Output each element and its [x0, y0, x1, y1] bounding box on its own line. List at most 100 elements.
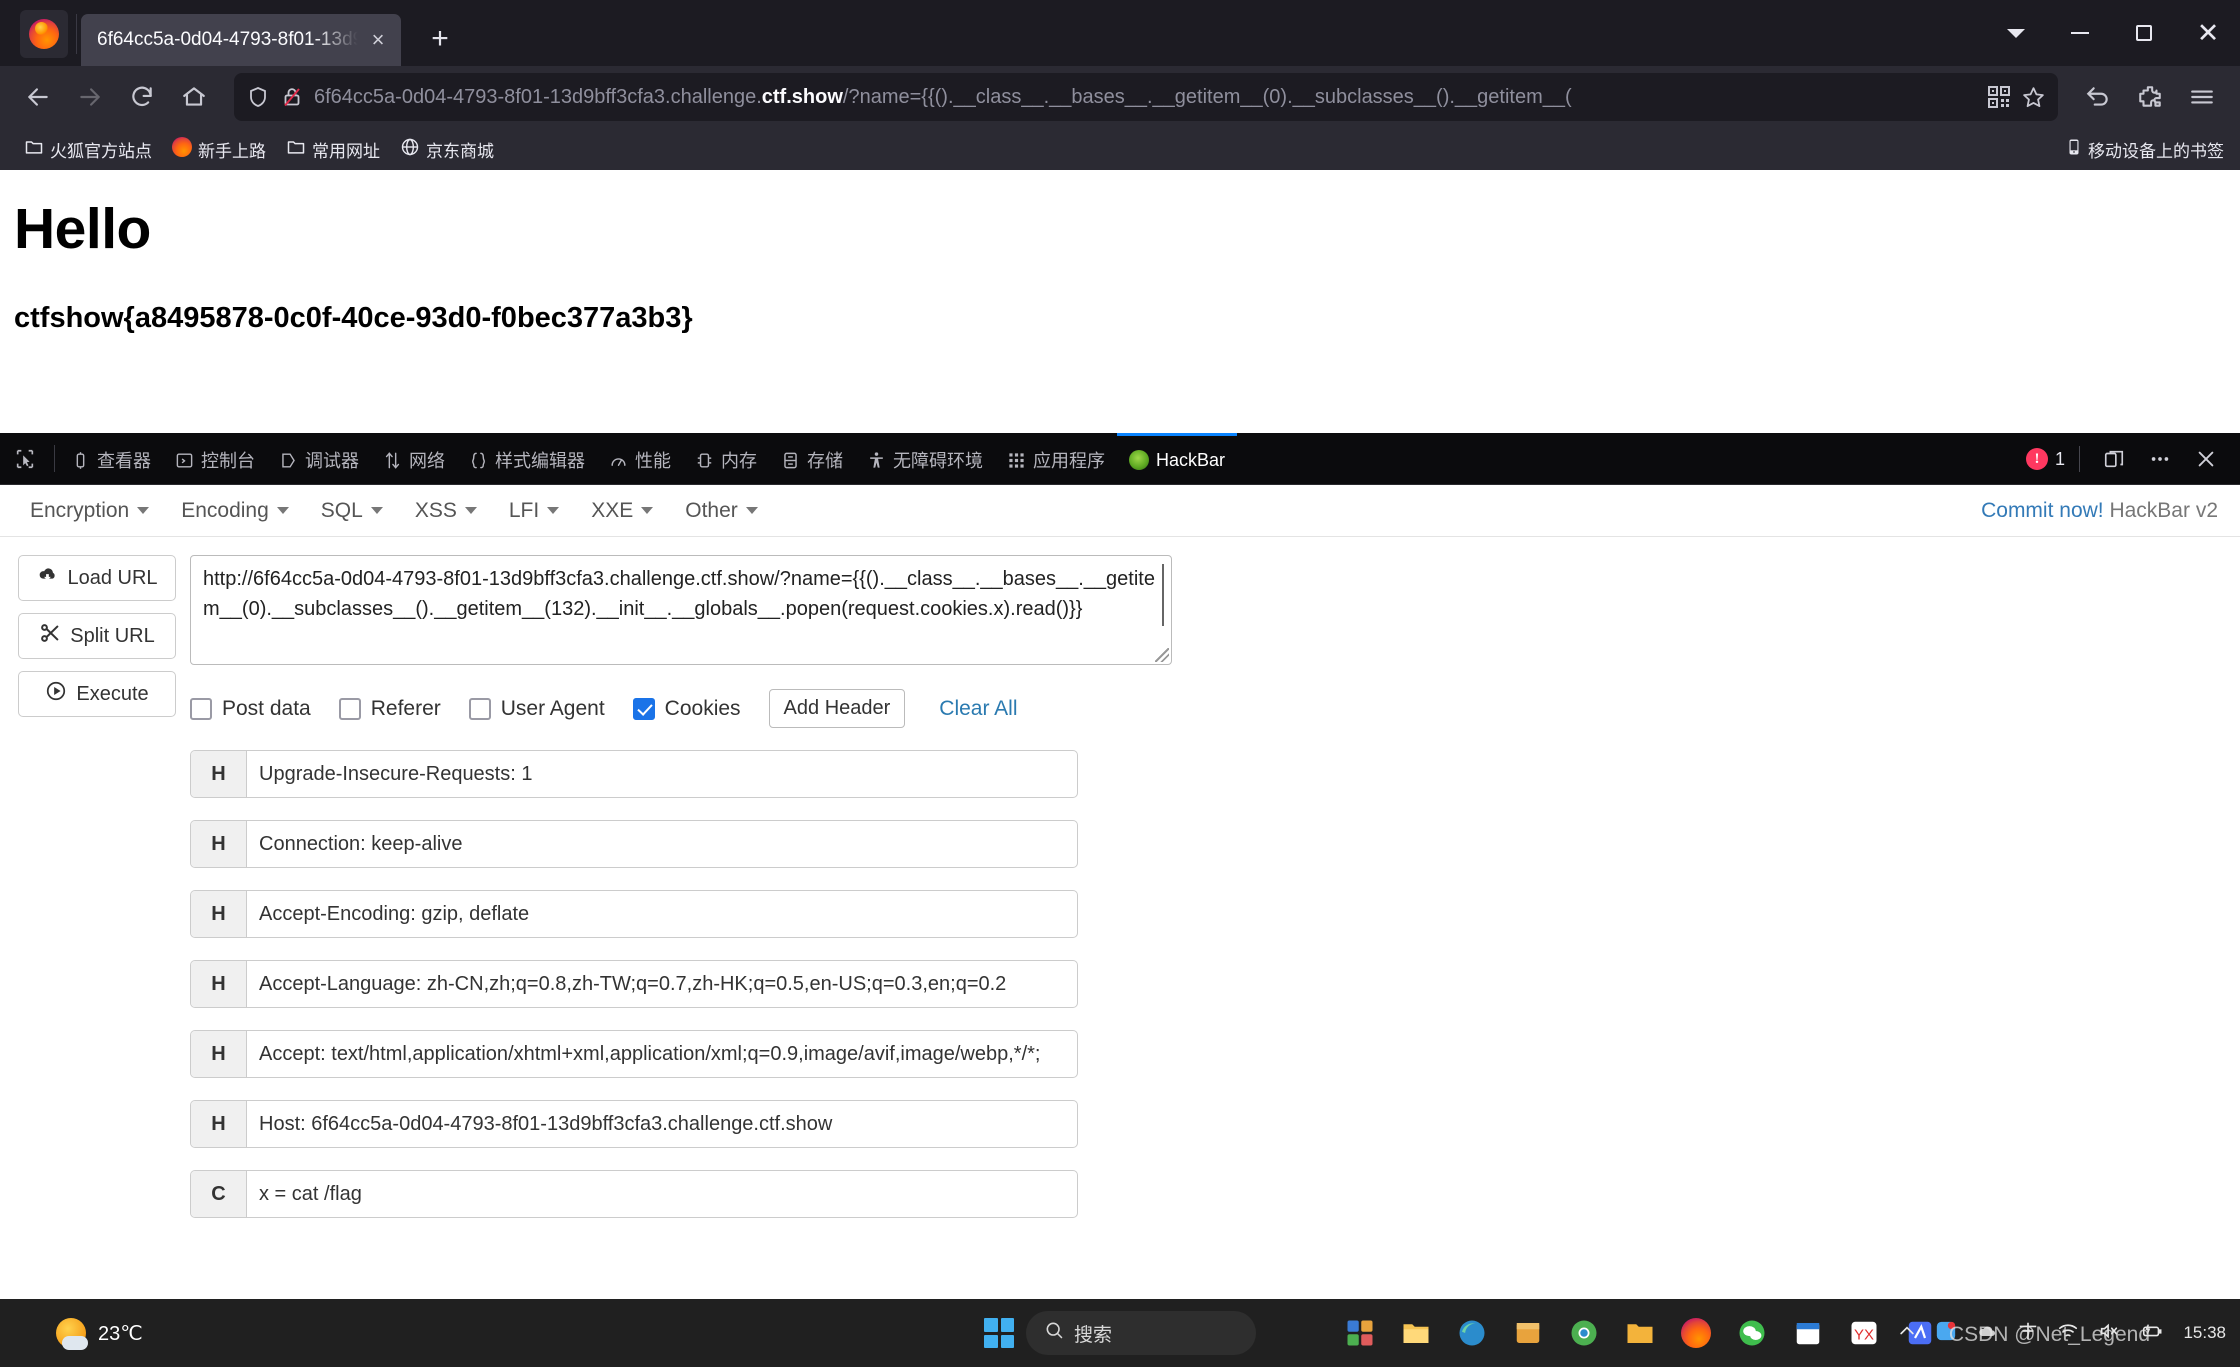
insecure-lock-icon[interactable]: [280, 85, 304, 109]
close-tab-icon[interactable]: ×: [363, 25, 393, 55]
devtools-tab-inspector[interactable]: 查看器: [59, 433, 163, 484]
error-count-badge[interactable]: ! 1: [2025, 448, 2065, 470]
taskbar-app-edge-icon[interactable]: [1452, 1313, 1492, 1353]
close-devtools-icon[interactable]: [2186, 439, 2226, 479]
devtools-tab-application[interactable]: 应用程序: [995, 433, 1117, 484]
menu-other[interactable]: Other: [669, 493, 774, 529]
back-arrow-icon[interactable]: [14, 73, 62, 121]
load-url-button[interactable]: Load URL: [18, 555, 176, 601]
devtools-more-options-icon[interactable]: [2140, 439, 2180, 479]
header-row[interactable]: H Upgrade-Insecure-Requests: 1: [190, 750, 1078, 798]
hackbar-main-column: http://6f64cc5a-0d04-4793-8f01-13d9bff3c…: [190, 555, 2222, 1218]
bookmark-star-icon[interactable]: [2021, 85, 2046, 110]
checkbox-post-data[interactable]: Post data: [190, 697, 311, 721]
extensions-icon[interactable]: [2126, 73, 2174, 121]
bookmark-item-changyong[interactable]: 常用网址: [276, 133, 390, 166]
header-row[interactable]: H Connection: keep-alive: [190, 820, 1078, 868]
add-header-button[interactable]: Add Header: [768, 689, 906, 728]
dock-position-icon[interactable]: [2094, 439, 2134, 479]
header-row[interactable]: H Host: 6f64cc5a-0d04-4793-8f01-13d9bff3…: [190, 1100, 1078, 1148]
weather-widget[interactable]: 23℃: [56, 1318, 143, 1350]
bookmark-item-jingdong[interactable]: 京东商城: [390, 133, 504, 166]
taskbar-app-folder-icon[interactable]: [1620, 1313, 1660, 1353]
tray-expand-icon[interactable]: [1897, 1321, 1917, 1346]
resize-handle[interactable]: [1155, 648, 1169, 662]
hamburger-menu-icon[interactable]: [2178, 73, 2226, 121]
taskbar-clock[interactable]: 15:38: [2183, 1323, 2226, 1343]
menu-sql[interactable]: SQL: [305, 493, 399, 529]
menu-xxe[interactable]: XXE: [575, 493, 669, 529]
taskbar-search-box[interactable]: 搜索: [1026, 1311, 1256, 1355]
devtools-tab-style-editor[interactable]: 样式编辑器: [457, 433, 597, 484]
menu-encoding[interactable]: Encoding: [165, 493, 305, 529]
row-value[interactable]: Accept: text/html,application/xhtml+xml,…: [247, 1031, 1077, 1077]
checkbox-box-checked[interactable]: [632, 697, 655, 720]
taskbar-app-wechat-icon[interactable]: [1732, 1313, 1772, 1353]
start-button-icon[interactable]: [984, 1318, 1014, 1348]
close-window-button[interactable]: ✕: [2176, 0, 2240, 66]
devtools-tab-hackbar[interactable]: HackBar: [1117, 433, 1238, 484]
devtools-tab-console[interactable]: 控制台: [163, 433, 267, 484]
menu-lfi[interactable]: LFI: [493, 493, 575, 529]
header-row[interactable]: H Accept-Encoding: gzip, deflate: [190, 890, 1078, 938]
home-icon[interactable]: [170, 73, 218, 121]
row-value[interactable]: Upgrade-Insecure-Requests: 1: [247, 751, 1077, 797]
undo-icon[interactable]: [2074, 73, 2122, 121]
header-row[interactable]: H Accept-Language: zh-CN,zh;q=0.8,zh-TW;…: [190, 960, 1078, 1008]
devtools-tab-performance[interactable]: 性能: [597, 433, 683, 484]
row-value[interactable]: Accept-Encoding: gzip, deflate: [247, 891, 1077, 937]
tray-battery-icon[interactable]: [2139, 1320, 2165, 1347]
cookie-row[interactable]: C x = cat /flag: [190, 1170, 1078, 1218]
reload-icon[interactable]: [118, 73, 166, 121]
devtools-tab-memory[interactable]: 内存: [683, 433, 769, 484]
execute-button[interactable]: Execute: [18, 671, 176, 717]
new-tab-button[interactable]: +: [417, 16, 463, 62]
tray-app-icon[interactable]: [1935, 1320, 1957, 1347]
devtools-tab-network[interactable]: 网络: [371, 433, 457, 484]
tray-wifi-icon[interactable]: [2057, 1320, 2079, 1347]
split-url-button[interactable]: Split URL: [18, 613, 176, 659]
taskbar-app-chrome-icon[interactable]: [1564, 1313, 1604, 1353]
maximize-button[interactable]: [2112, 0, 2176, 66]
bookmark-item-huohu[interactable]: 火狐官方站点: [14, 133, 162, 166]
menu-xss[interactable]: XSS: [399, 493, 493, 529]
element-picker-icon[interactable]: [0, 433, 50, 484]
tray-input-method-icon[interactable]: [2017, 1320, 2039, 1347]
row-value[interactable]: Connection: keep-alive: [247, 821, 1077, 867]
bookmark-item-xinshou[interactable]: 新手上路: [162, 133, 276, 166]
checkbox-box[interactable]: [338, 697, 361, 720]
taskbar-app-explorer-icon[interactable]: [1396, 1313, 1436, 1353]
row-value[interactable]: Host: 6f64cc5a-0d04-4793-8f01-13d9bff3cf…: [247, 1101, 1077, 1147]
performance-icon: [609, 451, 628, 470]
devtools-tab-label: 性能: [635, 451, 671, 471]
qr-code-icon[interactable]: [1987, 85, 2011, 109]
tab-list-chevron-icon[interactable]: [1984, 0, 2048, 66]
taskbar-app-youdao-icon[interactable]: YX: [1844, 1313, 1884, 1353]
minimize-button[interactable]: [2048, 0, 2112, 66]
browser-tab[interactable]: 6f64cc5a-0d04-4793-8f01-13d9b ×: [81, 14, 401, 66]
commit-now-link[interactable]: Commit now!: [1981, 499, 2104, 522]
mobile-bookmarks-folder[interactable]: 移动设备上的书签: [2065, 137, 2224, 162]
devtools-tab-storage[interactable]: 存储: [769, 433, 855, 484]
taskbar-app-store-icon[interactable]: [1508, 1313, 1548, 1353]
clear-all-link[interactable]: Clear All: [939, 697, 1017, 721]
checkbox-referer[interactable]: Referer: [338, 697, 441, 721]
row-value[interactable]: x = cat /flag: [247, 1171, 1077, 1217]
menu-encryption[interactable]: Encryption: [14, 493, 165, 529]
checkbox-cookies[interactable]: Cookies: [632, 697, 741, 721]
taskbar-app-firefox-icon[interactable]: [1676, 1313, 1716, 1353]
url-textarea[interactable]: http://6f64cc5a-0d04-4793-8f01-13d9bff3c…: [190, 555, 1172, 665]
taskbar-app-calendar-icon[interactable]: [1788, 1313, 1828, 1353]
devtools-tab-accessibility[interactable]: 无障碍环境: [855, 433, 995, 484]
header-row[interactable]: H Accept: text/html,application/xhtml+xm…: [190, 1030, 1078, 1078]
checkbox-box[interactable]: [190, 697, 212, 720]
checkbox-box[interactable]: [468, 697, 491, 720]
forward-arrow-icon[interactable]: [66, 73, 114, 121]
address-bar[interactable]: 6f64cc5a-0d04-4793-8f01-13d9bff3cfa3.cha…: [234, 73, 2058, 121]
tray-volume-muted-icon[interactable]: [2097, 1320, 2121, 1347]
tray-onedrive-icon[interactable]: [1975, 1321, 1999, 1346]
checkbox-user-agent[interactable]: User Agent: [468, 697, 605, 721]
devtools-tab-debugger[interactable]: 调试器: [267, 433, 371, 484]
row-value[interactable]: Accept-Language: zh-CN,zh;q=0.8,zh-TW;q=…: [247, 961, 1077, 1007]
taskbar-app-widgets-icon[interactable]: [1340, 1313, 1380, 1353]
